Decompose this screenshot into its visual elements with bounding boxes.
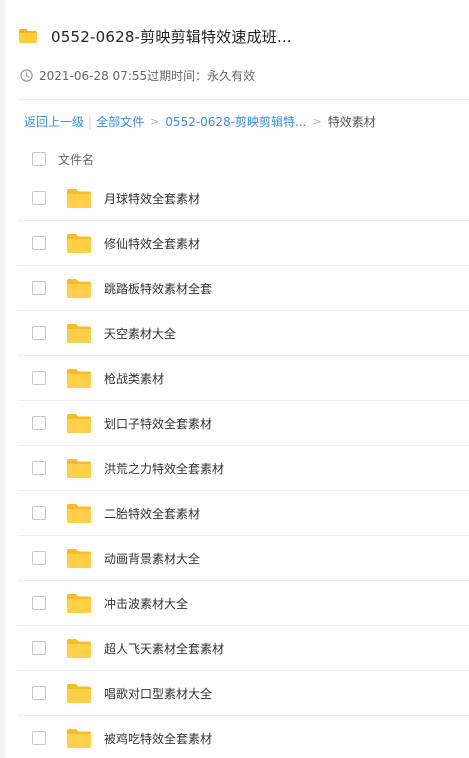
file-row[interactable]: 修仙特效全套素材 xyxy=(18,221,469,266)
row-checkbox[interactable] xyxy=(32,191,46,205)
folder-icon xyxy=(67,729,91,748)
file-row[interactable]: 动画背景素材大全 xyxy=(18,536,469,581)
share-header: 0552-0628-剪映剪辑特效速成班... xyxy=(18,22,292,50)
file-row[interactable]: 天空素材大全 xyxy=(18,311,469,356)
row-checkbox[interactable] xyxy=(32,506,46,520)
list-header: 文件名 xyxy=(18,145,469,173)
file-list: 月球特效全套素材 修仙特效全套素材 跳踏板特效素材全套 天空素材大全 枪战类素材划口子特… xyxy=(18,176,469,758)
file-row[interactable]: 洪荒之力特效全套素材 xyxy=(18,446,469,491)
file-row[interactable]: 超人飞天素材全套素材 xyxy=(18,626,469,671)
breadcrumb-back-link[interactable]: 返回上一级 xyxy=(24,113,84,130)
row-checkbox[interactable] xyxy=(32,281,46,295)
file-name[interactable]: 月球特效全套素材 xyxy=(104,190,200,207)
file-name[interactable]: 划口子特效全套素材 xyxy=(104,415,212,432)
folder-icon xyxy=(67,414,91,433)
file-name[interactable]: 修仙特效全套素材 xyxy=(104,235,200,252)
row-checkbox[interactable] xyxy=(32,326,46,340)
file-row[interactable]: 唱歌对口型素材大全 xyxy=(18,671,469,716)
breadcrumb-parent-link[interactable]: 0552-0628-剪映剪辑特... xyxy=(165,113,306,130)
share-title: 0552-0628-剪映剪辑特效速成班... xyxy=(51,27,292,46)
folder-icon xyxy=(67,189,91,208)
folder-icon xyxy=(67,459,91,478)
file-name[interactable]: 洪荒之力特效全套素材 xyxy=(104,460,224,477)
expiry-text: 2021-06-28 07:55过期时间：永久有效 xyxy=(39,68,256,83)
column-header-filename: 文件名 xyxy=(58,152,95,167)
file-row[interactable]: 枪战类素材 xyxy=(18,356,469,401)
breadcrumb-current: 特效素材 xyxy=(327,115,376,129)
folder-icon xyxy=(67,234,91,253)
breadcrumb-chevron-icon: > xyxy=(150,115,160,128)
row-checkbox[interactable] xyxy=(32,686,46,700)
file-name[interactable]: 被鸡吃特效全套素材 xyxy=(104,730,212,747)
folder-icon xyxy=(67,369,91,388)
folder-icon xyxy=(67,594,91,613)
row-checkbox[interactable] xyxy=(32,461,46,475)
file-row[interactable]: 跳踏板特效素材全套 xyxy=(18,266,469,311)
folder-icon xyxy=(67,279,91,298)
breadcrumb-chevron-icon: > xyxy=(312,115,322,128)
file-row[interactable]: 二胎特效全套素材 xyxy=(18,491,469,536)
file-name[interactable]: 唱歌对口型素材大全 xyxy=(104,685,212,702)
left-rail xyxy=(0,0,6,758)
clock-icon xyxy=(20,68,33,82)
file-name[interactable]: 枪战类素材 xyxy=(104,370,164,387)
file-name[interactable]: 跳踏板特效素材全套 xyxy=(104,280,212,297)
row-checkbox[interactable] xyxy=(32,731,46,745)
row-checkbox[interactable] xyxy=(32,236,46,250)
share-meta: 2021-06-28 07:55过期时间：永久有效 xyxy=(20,66,255,84)
breadcrumb: 返回上一级 | 全部文件 > 0552-0628-剪映剪辑特... > 特效素材 xyxy=(24,113,376,130)
folder-icon xyxy=(67,684,91,703)
divider xyxy=(18,99,469,100)
folder-icon xyxy=(67,639,91,658)
folder-icon xyxy=(67,324,91,343)
row-checkbox[interactable] xyxy=(32,641,46,655)
breadcrumb-all-files-link[interactable]: 全部文件 xyxy=(96,113,144,130)
row-checkbox[interactable] xyxy=(32,416,46,430)
file-row[interactable]: 划口子特效全套素材 xyxy=(18,401,469,446)
file-row[interactable]: 冲击波素材大全 xyxy=(18,581,469,626)
folder-icon xyxy=(19,29,37,43)
row-checkbox[interactable] xyxy=(32,551,46,565)
file-row[interactable]: 月球特效全套素材 xyxy=(18,176,469,221)
file-name[interactable]: 超人飞天素材全套素材 xyxy=(104,640,224,657)
file-name[interactable]: 动画背景素材大全 xyxy=(104,550,200,567)
file-name[interactable]: 天空素材大全 xyxy=(104,325,176,342)
folder-icon xyxy=(67,549,91,568)
breadcrumb-separator: | xyxy=(88,114,93,129)
row-checkbox[interactable] xyxy=(32,596,46,610)
file-name[interactable]: 二胎特效全套素材 xyxy=(104,505,200,522)
file-row[interactable]: 被鸡吃特效全套素材 xyxy=(18,716,469,758)
folder-icon xyxy=(67,504,91,523)
select-all-checkbox[interactable] xyxy=(32,152,46,166)
row-checkbox[interactable] xyxy=(32,371,46,385)
file-name[interactable]: 冲击波素材大全 xyxy=(104,595,188,612)
